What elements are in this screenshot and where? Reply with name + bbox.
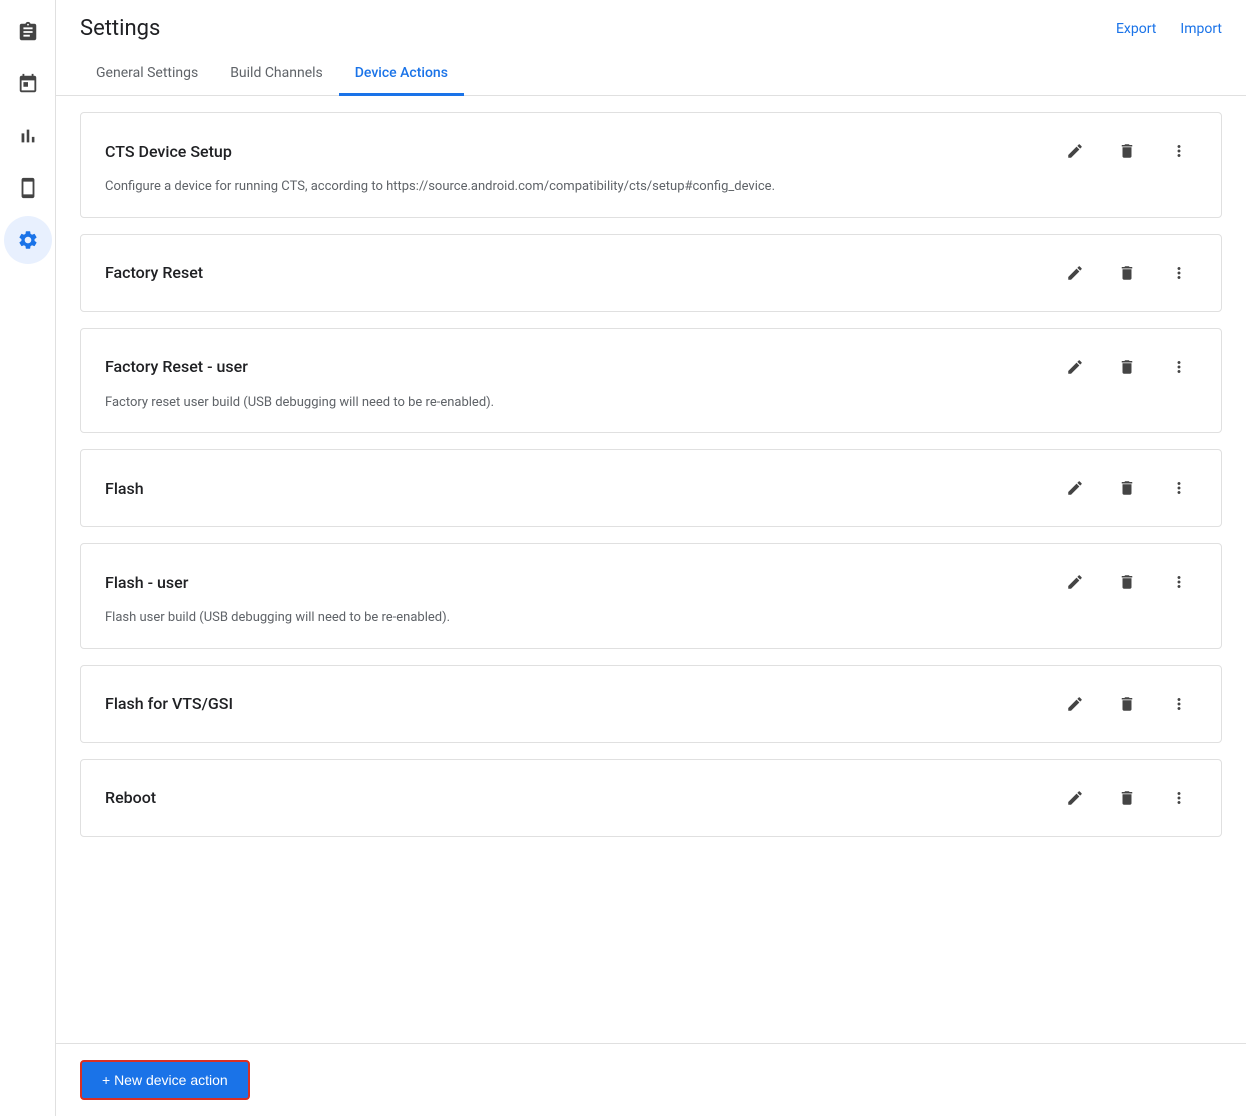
more-button-reboot[interactable] [1161,780,1197,816]
device-icon [17,177,39,199]
content-area: CTS Device Setup Configure a device for r… [56,96,1246,1116]
action-card-flash-vts-gsi: Flash for VTS/GSI [80,665,1222,743]
more-button-flash-user[interactable] [1161,564,1197,600]
page-header: Settings Export Import [56,0,1246,41]
action-buttons [1057,686,1197,722]
sidebar-item-chart[interactable] [4,112,52,160]
action-name: Flash for VTS/GSI [105,694,233,713]
action-card-cts-device-setup: CTS Device Setup Configure a device for r… [80,112,1222,218]
sidebar-item-calendar[interactable] [4,60,52,108]
action-buttons [1057,255,1197,291]
action-description: Flash user build (USB debugging will nee… [105,608,1197,628]
sidebar-item-clipboard[interactable] [4,8,52,56]
more-button-cts-device-setup[interactable] [1161,133,1197,169]
tab-build-channels[interactable]: Build Channels [214,53,339,96]
sidebar-item-settings[interactable] [4,216,52,264]
delete-button-flash-user[interactable] [1109,564,1145,600]
main-content: Settings Export Import General Settings … [56,0,1246,1116]
edit-button-flash-user[interactable] [1057,564,1093,600]
calendar-icon [17,73,39,95]
action-card-reboot: Reboot [80,759,1222,837]
action-name: Flash - user [105,573,188,592]
action-buttons [1057,349,1197,385]
new-device-action-button[interactable]: + New device action [80,1060,250,1100]
action-card-factory-reset-user: Factory Reset - user Factory reset user b… [80,328,1222,434]
import-link[interactable]: Import [1180,21,1222,37]
action-name: Factory Reset [105,263,203,282]
action-buttons [1057,133,1197,169]
more-button-flash[interactable] [1161,470,1197,506]
edit-button-flash-vts-gsi[interactable] [1057,686,1093,722]
action-card-header: Factory Reset [105,255,1197,291]
action-description: Configure a device for running CTS, acco… [105,177,1197,197]
tabs-bar: General Settings Build Channels Device A… [56,53,1246,96]
action-buttons [1057,470,1197,506]
edit-button-flash[interactable] [1057,470,1093,506]
action-description: Factory reset user build (USB debugging … [105,393,1197,413]
action-card-header: Reboot [105,780,1197,816]
tab-general-settings[interactable]: General Settings [80,53,214,96]
delete-button-factory-reset[interactable] [1109,255,1145,291]
action-card-factory-reset: Factory Reset [80,234,1222,312]
page-title: Settings [80,16,160,41]
action-card-header: CTS Device Setup [105,133,1197,169]
action-card-flash-user: Flash - user Flash user build (USB debugg… [80,543,1222,649]
action-card-header: Factory Reset - user [105,349,1197,385]
tab-device-actions[interactable]: Device Actions [339,53,464,96]
more-button-factory-reset-user[interactable] [1161,349,1197,385]
edit-button-factory-reset[interactable] [1057,255,1093,291]
sidebar-item-device[interactable] [4,164,52,212]
footer-bar: + New device action [56,1043,1246,1116]
action-card-flash: Flash [80,449,1222,527]
clipboard-icon [17,21,39,43]
edit-button-factory-reset-user[interactable] [1057,349,1093,385]
action-buttons [1057,780,1197,816]
sidebar [0,0,56,1116]
delete-button-factory-reset-user[interactable] [1109,349,1145,385]
delete-button-reboot[interactable] [1109,780,1145,816]
action-name: CTS Device Setup [105,142,232,161]
delete-button-flash-vts-gsi[interactable] [1109,686,1145,722]
action-card-header: Flash for VTS/GSI [105,686,1197,722]
action-card-header: Flash [105,470,1197,506]
settings-icon [17,229,39,251]
header-actions: Export Import [1116,21,1222,37]
action-buttons [1057,564,1197,600]
action-name: Reboot [105,788,156,807]
delete-button-cts-device-setup[interactable] [1109,133,1145,169]
action-name: Factory Reset - user [105,357,248,376]
export-link[interactable]: Export [1116,21,1156,37]
action-name: Flash [105,479,144,498]
edit-button-cts-device-setup[interactable] [1057,133,1093,169]
delete-button-flash[interactable] [1109,470,1145,506]
more-button-factory-reset[interactable] [1161,255,1197,291]
chart-icon [17,125,39,147]
more-button-flash-vts-gsi[interactable] [1161,686,1197,722]
edit-button-reboot[interactable] [1057,780,1093,816]
action-card-header: Flash - user [105,564,1197,600]
